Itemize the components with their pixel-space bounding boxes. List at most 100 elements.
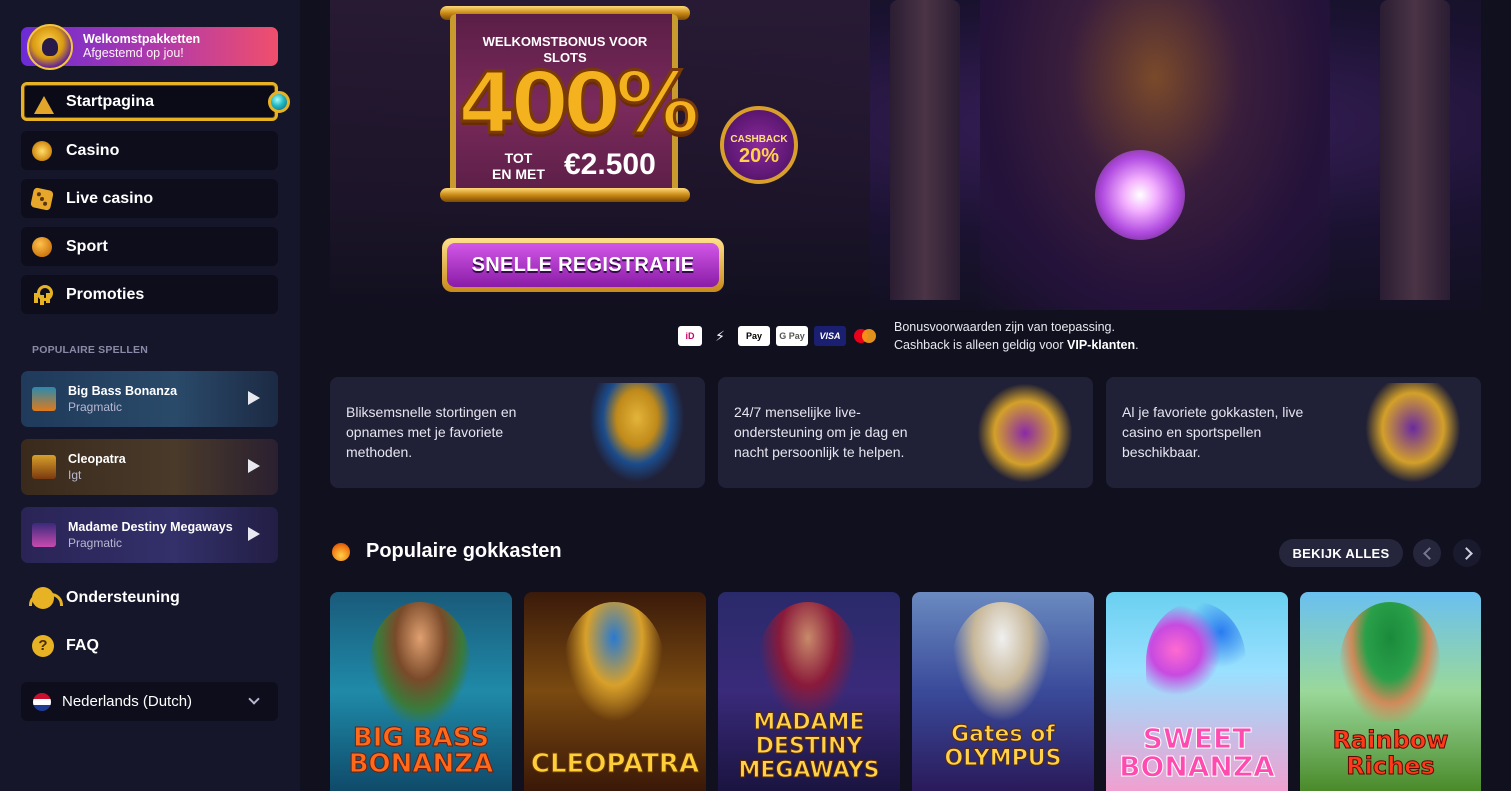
google-pay-icon: G Pay: [776, 326, 808, 346]
play-icon[interactable]: [248, 527, 260, 541]
active-gem-icon: [268, 91, 290, 113]
cashback-label: CASHBACK: [730, 134, 788, 145]
zeus-illustration: [952, 602, 1052, 722]
slot-title: Rainbow Riches: [1332, 726, 1449, 780]
slot-title: SWEET BONANZA: [1119, 722, 1276, 783]
question-icon: ?: [32, 635, 54, 657]
terms-prefix: Cashback is alleen geldig voor: [894, 338, 1068, 352]
terms-line-2: Cashback is alleen geldig voor VIP-klant…: [894, 336, 1139, 354]
nav-label: Sport: [66, 237, 108, 255]
terms-line-1: Bonusvoorwaarden zijn van toepassing.: [894, 320, 1115, 334]
game-thumbnail: [32, 455, 56, 479]
slot-tile-sweet-bonanza[interactable]: SWEET BONANZA: [1106, 592, 1288, 791]
netherlands-flag-icon: [33, 693, 51, 711]
cat-statue-dice-icon: [1365, 383, 1461, 483]
sidebar-game-cleopatra[interactable]: Cleopatra Igt: [21, 439, 278, 495]
sidebar-game-madame-destiny-megaways[interactable]: Madame Destiny Megaways Pragmatic: [21, 507, 278, 563]
nav-label: FAQ: [66, 636, 99, 654]
nav-label: Casino: [66, 141, 120, 159]
bank-transfer-icon: ⚡: [715, 327, 725, 344]
feature-text: Bliksemsnelle stortingen en opnames met …: [346, 404, 517, 460]
carousel-next-button[interactable]: [1453, 539, 1481, 567]
popular-games-heading: POPULAIRE SPELLEN: [32, 344, 148, 356]
chevron-down-icon: [248, 693, 260, 705]
language-label: Nederlands (Dutch): [62, 693, 193, 710]
feature-card-support: 24/7 menselijke live-ondersteuning om je…: [718, 377, 1093, 488]
nav-label: Ondersteuning: [66, 588, 180, 606]
play-icon[interactable]: [248, 459, 260, 473]
nav-label: Promoties: [66, 285, 145, 303]
language-selector[interactable]: Nederlands (Dutch): [21, 682, 278, 721]
game-thumbnail: [32, 523, 56, 547]
apple-pay-icon: Pay: [738, 326, 770, 346]
scroll-rod-bottom: [440, 188, 690, 202]
welcome-title: Welkomstpakketten: [83, 32, 201, 46]
nav-item-promoties[interactable]: Promoties: [21, 275, 278, 314]
game-name: Madame Destiny Megaways: [68, 520, 233, 534]
eye-of-horus-illustration: [564, 602, 664, 722]
slot-tile-gates-of-olympus[interactable]: Gates of OLYMPUS: [912, 592, 1094, 791]
flame-icon: [332, 543, 350, 561]
leprechaun-illustration: [1340, 602, 1440, 722]
headset-icon: [29, 587, 63, 609]
ideal-icon: iD: [678, 326, 702, 346]
temple-pillar: [890, 0, 960, 300]
crystal-orb-illustration: [1095, 150, 1185, 240]
nav-item-casino[interactable]: Casino: [21, 131, 278, 170]
ankh-icon: [32, 285, 53, 305]
bonus-amount: €2.500: [564, 148, 656, 181]
feature-text: Al je favoriete gokkasten, live casino e…: [1122, 404, 1304, 460]
welcome-subtitle: Afgestemd op jou!: [83, 46, 184, 60]
popular-slots-header: Populaire gokkasten BEKIJK ALLES: [330, 537, 1481, 569]
slot-tile-cleopatra[interactable]: CLEOPATRA: [524, 592, 706, 791]
slot-title: Gates of OLYMPUS: [944, 722, 1062, 771]
quick-registration-label: SNELLE REGISTRATIE: [447, 243, 719, 287]
visa-icon: VISA: [814, 326, 846, 346]
game-provider: Igt: [68, 468, 82, 482]
candy-illustration: [1146, 602, 1246, 722]
pyramid-icon: [34, 94, 54, 114]
nav-label: Live casino: [66, 189, 154, 207]
nav-item-ondersteuning[interactable]: Ondersteuning: [21, 578, 278, 617]
nav-item-faq[interactable]: ? FAQ: [21, 626, 278, 665]
sidebar: Welkomstpakketten Afgestemd op jou! Star…: [0, 0, 300, 791]
welcome-packages-banner[interactable]: Welkomstpakketten Afgestemd op jou!: [21, 24, 278, 70]
game-provider: Pragmatic: [68, 400, 123, 414]
casino-chip-icon: [32, 141, 52, 161]
nav-item-startpagina[interactable]: Startpagina: [21, 82, 290, 121]
fisherman-illustration: [370, 602, 470, 722]
payment-methods: iD ⚡ Pay G Pay VISA: [678, 324, 878, 348]
game-name: Big Bass Bonanza: [68, 384, 178, 398]
cashback-medallion: CASHBACK 20%: [720, 106, 798, 184]
game-provider: Pragmatic: [68, 536, 123, 550]
bonus-en-met: EN MET: [492, 166, 545, 182]
slot-title: BIG BASS BONANZA: [348, 723, 494, 779]
nav-item-sport[interactable]: Sport: [21, 227, 278, 266]
hero-banner[interactable]: WELKOMSTBONUS VOOR SLOTS 400% TOT EN MET…: [330, 0, 1481, 310]
slot-tile-big-bass-bonanza[interactable]: BIG BASS BONANZA: [330, 592, 512, 791]
slot-title: MADAME DESTINY MEGAWAYS: [738, 710, 880, 783]
play-icon[interactable]: [248, 391, 260, 405]
nav-label: Startpagina: [66, 92, 155, 110]
mastercard-icon: [852, 326, 878, 346]
view-all-button[interactable]: BEKIJK ALLES: [1279, 539, 1403, 567]
terms-vip: VIP-klanten: [1067, 338, 1136, 352]
carousel-prev-button[interactable]: [1413, 539, 1441, 567]
ball-icon: [32, 237, 52, 257]
slot-tile-rainbow-riches[interactable]: Rainbow Riches: [1300, 592, 1481, 791]
bonus-percent: 400%: [457, 54, 702, 152]
temple-pillar: [1380, 0, 1450, 300]
dice-icon: [30, 187, 54, 211]
nav-item-live-casino[interactable]: Live casino: [21, 179, 278, 218]
bonus-terms: Bonusvoorwaarden zijn van toepassing. Ca…: [894, 318, 1139, 354]
terms-suffix: .: [1135, 338, 1139, 352]
welcome-text: Welkomstpakketten Afgestemd op jou!: [83, 32, 200, 61]
feature-card-payments: Bliksemsnelle stortingen en opnames met …: [330, 377, 705, 488]
slot-tile-madame-destiny[interactable]: MADAME DESTINY MEGAWAYS: [718, 592, 900, 791]
section-title: Populaire gokkasten: [366, 540, 562, 562]
sidebar-game-big-bass-bonanza[interactable]: Big Bass Bonanza Pragmatic: [21, 371, 278, 427]
slot-title: CLEOPATRA: [530, 749, 700, 779]
game-thumbnail: [32, 387, 56, 411]
bonus-tot: TOT: [504, 150, 533, 166]
quick-registration-button[interactable]: SNELLE REGISTRATIE: [442, 238, 724, 292]
